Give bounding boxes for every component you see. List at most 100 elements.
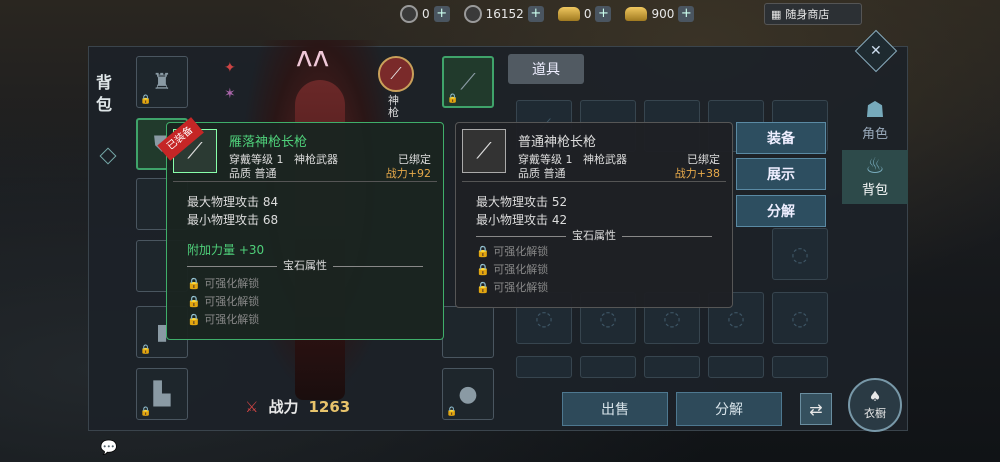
add-ingot-button[interactable]: + (595, 6, 612, 22)
currency-coin: 0 + (400, 5, 450, 23)
empty-slot-icon: ◌ (791, 242, 809, 266)
side-tab-bag[interactable]: ♨ 背包 (842, 150, 908, 204)
wardrobe-button[interactable]: ♠ 衣橱 (848, 378, 902, 432)
gourd-icon: ● (458, 381, 478, 407)
stat-min-attack: 最小物理攻击 68 (187, 213, 279, 227)
shop-icon: ▦ (771, 7, 782, 21)
spear-icon: ⟋ (460, 69, 476, 95)
chat-icon[interactable]: 💬 (100, 440, 117, 456)
coin-locked-icon (463, 5, 482, 23)
currency-ingot-locked: 900 + (625, 6, 695, 22)
close-icon: ✕ (870, 42, 882, 59)
shop-button[interactable]: ▦ 随身商店 (764, 3, 862, 25)
show-button[interactable]: 展示 (736, 158, 826, 190)
empty-slot-icon: ◌ (727, 306, 745, 330)
equip-slot-accessory[interactable]: ● 🔒 (442, 368, 494, 420)
empty-slot-icon: ◌ (791, 306, 809, 330)
bag-title: 背包 (96, 73, 113, 114)
item-cell[interactable]: ◌ (772, 228, 828, 280)
item-power: 战力+92 (385, 167, 431, 180)
wardrobe-icon: ♠ (868, 389, 882, 405)
compare-item-tooltip: ⟋ 普通神枪长枪 穿戴等级 1 神枪武器 品质 普通 已绑定 战力+38 最大物… (455, 122, 733, 308)
power-display: ⚔ 战力 1263 (245, 396, 350, 417)
stat-max-attack: 最大物理攻击 84 (187, 195, 279, 209)
item-power: 战力+38 (674, 167, 720, 180)
refresh-icon: ⇄ (809, 399, 823, 419)
divine-spear-button[interactable]: ⟋ (378, 56, 414, 92)
wardrobe-label: 衣橱 (864, 407, 886, 420)
add-coin-button[interactable]: + (433, 6, 450, 22)
divider (462, 181, 726, 182)
stat-max-attack: 最大物理攻击 52 (476, 195, 568, 209)
sword-icon: ⚔ (245, 397, 259, 416)
lock-text: 可强化解锁 (493, 263, 549, 276)
equip-slot-weapon[interactable]: ⟋ 🔒 (442, 56, 494, 108)
bag-icon: ♨ (865, 154, 885, 179)
empty-slot-icon: ◌ (535, 306, 553, 330)
stat-min-attack: 最小物理攻击 42 (476, 213, 568, 227)
equipped-item-tooltip: ⟋ 已装备 雁落神枪长枪 穿戴等级 1 神枪武器 品质 普通 已绑定 战力+92… (157, 117, 444, 340)
divider (173, 181, 437, 182)
add-ingot-locked-button[interactable]: + (678, 6, 695, 22)
sort-refresh-button[interactable]: ⇄ (800, 393, 832, 425)
item-name: 雁落神枪长枪 (229, 135, 308, 150)
lock-icon: 🔒 (446, 407, 458, 417)
gem-lock-row: 🔒 可强化解锁 (187, 295, 260, 308)
sell-button[interactable]: 出售 (562, 392, 668, 426)
lock-text: 可强化解锁 (204, 277, 260, 290)
coin-icon (400, 5, 418, 23)
lock-text: 可强化解锁 (493, 245, 549, 258)
item-cell[interactable] (772, 356, 828, 378)
star-icon: ✶ (224, 86, 236, 102)
empty-slot-icon: ◌ (663, 306, 681, 330)
item-quality: 品质 普通 (229, 167, 277, 180)
equip-slot-boots[interactable]: ▙ 🔒 (136, 368, 188, 420)
item-cell[interactable] (516, 356, 572, 378)
currency-value: 0 (583, 7, 592, 21)
side-tab-label: 背包 (861, 183, 888, 198)
stat-bonus: 附加力量 +30 (187, 243, 265, 257)
item-cell[interactable] (644, 356, 700, 378)
lock-text: 可强化解锁 (204, 313, 260, 326)
bunny-ears-icon: ᴧᴧ (296, 40, 330, 73)
tab-items[interactable]: 道具 (508, 54, 584, 84)
equip-slot-ring[interactable] (442, 306, 494, 358)
item-cell[interactable]: ◌ (772, 292, 828, 344)
lock-text: 可强化解锁 (493, 281, 549, 294)
bulk-decompose-button[interactable]: 分解 (676, 392, 782, 426)
currency-value: 900 (651, 7, 675, 21)
lock-text: 可强化解锁 (204, 295, 260, 308)
lock-icon: 🔒 (447, 94, 459, 104)
currency-coin-locked: 16152 + (463, 5, 544, 23)
gem-lock-row: 🔒 可强化解锁 (187, 313, 260, 326)
gold-ingot-locked-icon (625, 7, 648, 21)
role-icon: ☗ (865, 98, 885, 123)
item-type: 神枪武器 (294, 153, 338, 166)
gold-ingot-icon (557, 7, 580, 21)
weapon-stat-icon: ✦ (224, 60, 236, 76)
compare-spear-icon: ⟋ (462, 129, 506, 173)
equip-button[interactable]: 装备 (736, 122, 826, 154)
empty-slot-icon: ◌ (599, 306, 617, 330)
power-value: 1263 (308, 397, 351, 416)
lock-icon: 🔒 (140, 95, 152, 105)
item-cell[interactable] (708, 356, 764, 378)
item-quality: 品质 普通 (518, 167, 566, 180)
power-label: 战力 (268, 398, 299, 416)
lock-icon: 🔒 (140, 345, 152, 355)
spear-icon: ⟋ (390, 64, 402, 83)
lock-icon: 🔒 (140, 407, 152, 417)
decompose-button[interactable]: 分解 (736, 195, 826, 227)
gem-lock-row: 🔒 可强化解锁 (476, 281, 549, 294)
item-type: 神枪武器 (583, 153, 627, 166)
item-cell[interactable] (580, 356, 636, 378)
gem-lock-row: 🔒 可强化解锁 (476, 263, 549, 276)
side-tab-label: 角色 (861, 127, 888, 142)
side-tab-role[interactable]: ☗ 角色 (842, 98, 908, 144)
add-coin-locked-button[interactable]: + (527, 6, 544, 22)
currency-value: 16152 (485, 7, 524, 21)
shop-label: 随身商店 (785, 8, 830, 21)
gem-header: 宝石属性 (456, 227, 732, 243)
equip-slot-head[interactable]: ♜ 🔒 (136, 56, 188, 108)
item-name: 普通神枪长枪 (518, 135, 597, 150)
